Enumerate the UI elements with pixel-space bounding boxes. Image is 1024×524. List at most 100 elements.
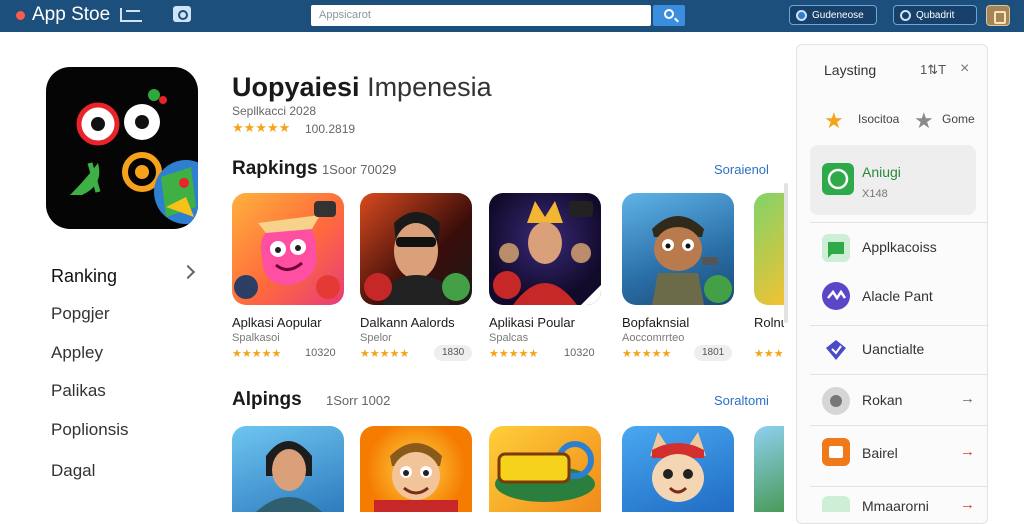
app-card-image[interactable] (489, 426, 601, 512)
game-art-icon (374, 443, 458, 512)
app-card-count: 10320 (305, 347, 336, 359)
chat-app-icon (822, 496, 850, 512)
app-card-subtitle: Spalkasoi (232, 332, 280, 344)
heart-app-icon (822, 336, 850, 364)
window-title: App Stoe (32, 4, 111, 25)
app-card-image[interactable] (232, 193, 344, 305)
app-title: Uopyaiesi Impenesia (232, 72, 492, 103)
search-button[interactable] (653, 5, 685, 26)
highlighted-app-meta: X148 (862, 188, 888, 200)
game-art-icon (650, 432, 706, 502)
panel-divider (810, 222, 988, 223)
panel-divider (810, 425, 988, 426)
close-window-dot[interactable] (16, 11, 25, 20)
chevron-right-icon (180, 264, 196, 280)
app-rating-value: 100.2819 (305, 122, 356, 136)
secondary-header-button-label: Qubadrit (916, 9, 955, 21)
section-title-apps: Alpings (232, 389, 302, 410)
search-icon (664, 9, 674, 19)
app-card-stars: ★★★★★ (489, 348, 539, 360)
panel-row-label[interactable]: Uanctialte (862, 341, 924, 357)
panel-divider (810, 486, 988, 487)
panel-row-label[interactable]: Applkacoiss (862, 239, 937, 255)
game-art-icon (234, 201, 340, 299)
panel-tag[interactable]: Gome (942, 112, 975, 126)
app-card-stars: ★★★ (754, 348, 784, 360)
nav-item-dagal[interactable]: Dagal (51, 461, 95, 481)
app-card-image[interactable] (754, 193, 784, 305)
primary-header-button-label: Gudeneose (812, 9, 864, 21)
app-title-rest: Impenesia (359, 72, 492, 102)
app-card-title[interactable]: Aplkasi Aopular (232, 315, 322, 330)
nav-item-poplionsis[interactable]: Poplionsis (51, 420, 129, 440)
phone-app-icon (822, 163, 854, 195)
app-card-title[interactable]: Bopfaknsial (622, 315, 689, 330)
app-card-count: 10320 (564, 347, 595, 359)
sort-icon[interactable]: 1⇅T (920, 62, 946, 78)
game-art-icon (495, 441, 595, 502)
panel-divider (810, 325, 988, 326)
app-card-subtitle: Spalcas (489, 332, 529, 344)
secondary-header-button[interactable]: Qubadrit (893, 5, 977, 25)
section-subtitle-rankings: · 1Soor 70029 (314, 162, 397, 177)
search-circle-icon (900, 10, 911, 21)
nav-item-apps[interactable]: Appley (51, 343, 103, 363)
search-input[interactable]: Appsicarot (311, 5, 651, 26)
app-card-image[interactable] (360, 426, 472, 512)
circle-app-icon (822, 387, 850, 415)
panel-row-label[interactable]: Bairel (862, 445, 898, 461)
app-card-image[interactable] (232, 426, 344, 512)
app-card-title[interactable]: Aplikasi Poular (489, 315, 575, 330)
wave-app-icon (822, 282, 850, 310)
game-art-icon (256, 441, 322, 512)
app-card-badge: 1830 (434, 345, 473, 361)
see-all-apps-link[interactable]: Soraltomi (714, 393, 769, 408)
panel-divider (810, 374, 988, 375)
app-card-image[interactable] (489, 193, 601, 305)
game-art-icon (364, 212, 470, 305)
app-card-image[interactable] (622, 426, 734, 512)
app-rating-stars: ★★★★★ (232, 120, 291, 135)
panel-row-label[interactable]: Alacle Pant (862, 288, 933, 304)
highlighted-app-name: Aniugi (862, 164, 901, 180)
star-outline-icon: ★ (914, 108, 934, 133)
game-art-icon (493, 201, 601, 305)
see-all-rankings-link[interactable]: Soraienol (714, 162, 769, 177)
arrow-right-icon[interactable]: → (960, 496, 975, 513)
app-card-badge: 1801 (694, 345, 733, 361)
camera-icon[interactable] (173, 6, 191, 22)
panel-title: Laysting (824, 62, 877, 78)
top-bar: App Stoe Appsicarot Gudeneose Qubadrit (0, 0, 1024, 32)
app-card-stars: ★★★★★ (360, 348, 410, 360)
app-card-title[interactable]: Dalkann Aalords (360, 315, 455, 330)
app-subtitle: Sepllkacci 2028 (232, 104, 317, 118)
scrollbar[interactable] (784, 183, 788, 323)
app-card-stars: ★★★★★ (622, 348, 672, 360)
app-card-image[interactable] (360, 193, 472, 305)
nav-item-ranking[interactable]: Ranking (51, 266, 117, 287)
arrow-right-icon[interactable]: → (960, 443, 975, 460)
app-card-subtitle: Aoccomrrteo (622, 332, 685, 344)
app-card-image[interactable] (754, 426, 784, 512)
app-card-subtitle: Spelor (360, 332, 392, 344)
section-subtitle-apps: 1Sorr 1002 (326, 393, 391, 408)
app-icon-artwork (70, 89, 198, 224)
app-card-stars: ★★★★★ (232, 348, 282, 360)
app-card-image[interactable] (622, 193, 734, 305)
panel-tag[interactable]: Isocitoa (858, 112, 899, 126)
app-title-bold: Uopyaiesi (232, 72, 360, 102)
bag-icon[interactable] (986, 5, 1010, 26)
chart-icon[interactable] (120, 8, 142, 22)
nav-item-popular[interactable]: Popgjer (51, 304, 110, 324)
star-icon: ★ (824, 108, 844, 133)
nav-item-palikas[interactable]: Palikas (51, 381, 106, 401)
message-app-icon (822, 234, 850, 262)
primary-header-button[interactable]: Gudeneose (789, 5, 877, 25)
section-title-rankings: Rapkings (232, 158, 318, 179)
arrow-right-icon[interactable]: → (960, 390, 975, 407)
panel-row-label[interactable]: Rokan (862, 392, 902, 408)
app-icon (46, 67, 198, 229)
app-card-title[interactable]: Rolnu (754, 315, 784, 330)
close-icon[interactable]: × (960, 60, 969, 78)
globe-icon (796, 10, 807, 21)
